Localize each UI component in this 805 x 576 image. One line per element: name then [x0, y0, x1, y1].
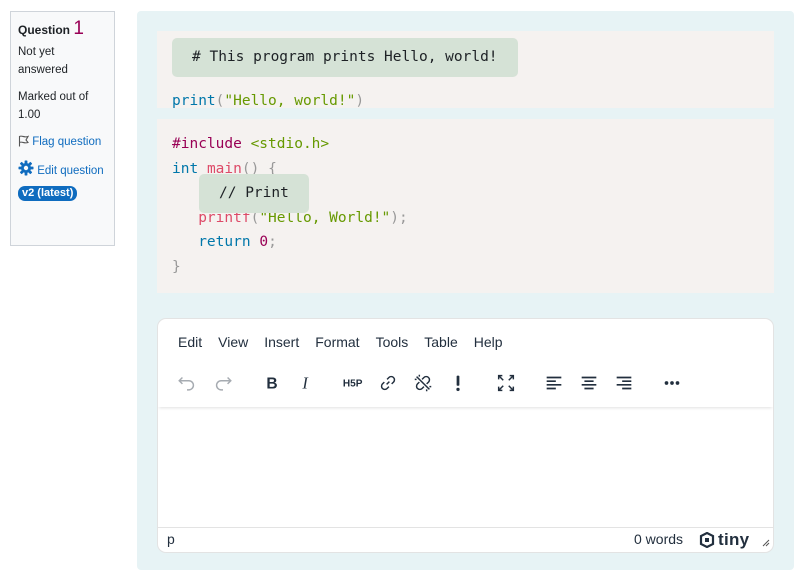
h5p-button[interactable]: H5P	[336, 369, 370, 397]
code-punct: );	[390, 210, 408, 226]
question-info-panel: Question 1 Not yet answered Marked out o…	[10, 11, 115, 246]
more-button[interactable]	[655, 369, 689, 397]
unlink-button[interactable]	[406, 369, 440, 397]
rich-text-editor: Edit View Insert Format Tools Table Help…	[158, 319, 773, 552]
align-right-icon	[616, 376, 632, 390]
editor-content-area[interactable]	[158, 407, 773, 527]
code-line: #include <stdio.h>	[172, 134, 329, 154]
svg-text:H5P: H5P	[343, 379, 363, 390]
edit-question-label: Edit question	[37, 165, 104, 177]
exclamation-button[interactable]	[441, 369, 475, 397]
code-directive: #include	[172, 136, 242, 152]
flag-question-link[interactable]: Flag question	[18, 133, 107, 153]
editor-menubar: Edit View Insert Format Tools Table Help	[170, 331, 511, 353]
tiny-logo-text: tiny	[718, 530, 750, 549]
svg-text:I: I	[301, 374, 309, 393]
version-badge: v2 (latest)	[18, 186, 78, 201]
code-type: int	[172, 161, 199, 177]
tiny-logo-icon	[699, 532, 715, 548]
gear-icon	[18, 160, 34, 182]
code-comment-tooltip: // Print	[199, 174, 309, 213]
menu-help[interactable]: Help	[466, 331, 511, 353]
menu-view[interactable]: View	[210, 331, 256, 353]
code-line: return 0;	[172, 232, 277, 252]
question-number: Question 1	[18, 19, 107, 40]
code-punct: )	[355, 93, 365, 108]
fullscreen-icon	[497, 374, 515, 392]
flag-icon	[18, 135, 30, 153]
code-comment-tooltip: # This program prints Hello, world!	[172, 38, 518, 77]
align-center-icon	[581, 376, 597, 390]
link-button[interactable]	[371, 369, 405, 397]
code-punct: ;	[268, 234, 277, 250]
code-number: 0	[259, 234, 269, 250]
menu-format[interactable]: Format	[307, 331, 367, 353]
exclamation-icon	[456, 375, 460, 392]
redo-button[interactable]	[206, 369, 240, 397]
code-block-c: #include <stdio.h> int main() { printf("…	[157, 119, 774, 293]
link-icon	[380, 375, 396, 391]
resize-handle-icon[interactable]	[760, 534, 770, 550]
question-label: Question	[18, 23, 71, 37]
flag-question-label: Flag question	[32, 136, 102, 148]
word-count[interactable]: 0 words	[634, 531, 683, 547]
code-line: }	[172, 257, 181, 277]
code-header: <stdio.h>	[250, 136, 330, 152]
italic-icon: I	[301, 374, 309, 393]
code-function: print	[172, 93, 216, 108]
code-punct: }	[172, 259, 181, 275]
undo-icon	[178, 376, 195, 391]
menu-edit[interactable]: Edit	[170, 331, 210, 353]
bold-icon: B	[266, 376, 277, 393]
element-path[interactable]: p	[167, 531, 175, 547]
code-block-python: print("Hello, world!") # This program pr…	[157, 31, 774, 108]
unlink-icon	[414, 374, 432, 392]
menu-tools[interactable]: Tools	[368, 331, 417, 353]
editor-toolbar: B I H5P	[158, 364, 773, 407]
h5p-icon: H5P	[343, 379, 363, 390]
code-line: print("Hello, world!")	[172, 91, 364, 108]
align-left-icon	[546, 376, 562, 390]
bold-button[interactable]: B	[254, 369, 288, 397]
tiny-logo[interactable]: tiny	[699, 530, 749, 550]
menu-table[interactable]: Table	[416, 331, 465, 353]
undo-button[interactable]	[170, 369, 204, 397]
code-string: "Hello, world!"	[224, 93, 356, 108]
svg-text:B: B	[266, 376, 277, 393]
code-keyword: return	[198, 234, 251, 250]
question-state: Not yet answered	[18, 46, 68, 76]
editor-statusbar: p 0 words tiny	[158, 527, 773, 552]
redo-icon	[215, 376, 232, 391]
align-left-button[interactable]	[537, 369, 571, 397]
fullscreen-button[interactable]	[489, 369, 523, 397]
question-grade: Marked out of 1.00	[18, 91, 89, 121]
more-icon	[664, 381, 680, 385]
menu-insert[interactable]: Insert	[256, 331, 307, 353]
italic-button[interactable]: I	[289, 369, 323, 397]
edit-question-link[interactable]: Edit question	[18, 160, 107, 182]
question-number-value: 1	[73, 18, 84, 39]
align-center-button[interactable]	[572, 369, 606, 397]
align-right-button[interactable]	[607, 369, 641, 397]
